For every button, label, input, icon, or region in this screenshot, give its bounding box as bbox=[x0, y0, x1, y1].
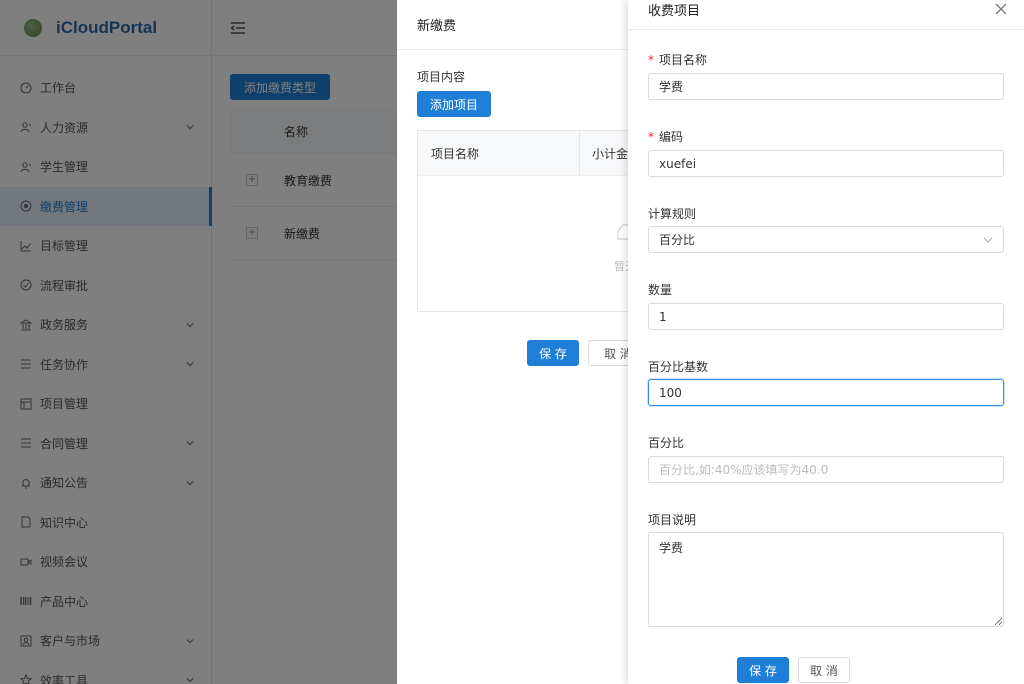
item-name-label: * 项目名称 bbox=[648, 51, 707, 68]
drawer-title: 收费项目 bbox=[648, 4, 701, 19]
rule-selected-value: 百分比 bbox=[659, 233, 696, 247]
drawer-title: 新缴费 bbox=[397, 0, 629, 50]
chevron-down-icon bbox=[983, 237, 993, 243]
code-input[interactable] bbox=[648, 150, 1004, 177]
percent-input[interactable] bbox=[648, 456, 1004, 483]
item-name-input[interactable] bbox=[648, 73, 1004, 100]
label-text: 项目名称 bbox=[659, 53, 708, 67]
label-text: 编码 bbox=[659, 130, 684, 144]
empty-text: 暂无 bbox=[614, 260, 629, 273]
rule-select[interactable]: 百分比 bbox=[648, 226, 1004, 253]
description-label: 项目说明 bbox=[648, 513, 697, 527]
save-button[interactable]: 保 存 bbox=[737, 657, 789, 683]
required-mark: * bbox=[648, 53, 654, 67]
cancel-button[interactable]: 取 消 bbox=[798, 657, 850, 683]
column-header-subtotal: 小计金 bbox=[592, 146, 629, 161]
save-button[interactable]: 保 存 bbox=[527, 340, 579, 366]
add-item-button[interactable]: 添加项目 bbox=[417, 91, 492, 117]
percent-base-input[interactable] bbox=[648, 379, 1004, 406]
cancel-button[interactable]: 取 消 bbox=[588, 340, 629, 366]
percent-base-label: 百分比基数 bbox=[648, 360, 709, 374]
description-textarea[interactable]: 学费 bbox=[648, 532, 1004, 627]
new-payment-drawer: 新缴费 项目内容 添加项目 项目名称 小计金 暂无 保 存 取 消 bbox=[397, 0, 629, 684]
drawer-header: 收费项目 bbox=[628, 0, 1024, 30]
percent-label: 百分比 bbox=[648, 436, 685, 450]
item-table-header: 项目名称 小计金 bbox=[418, 131, 629, 176]
code-label: * 编码 bbox=[648, 128, 683, 145]
section-label: 项目内容 bbox=[417, 70, 466, 84]
column-header-item-name: 项目名称 bbox=[418, 131, 580, 175]
rule-label: 计算规则 bbox=[648, 207, 697, 221]
item-table: 项目名称 小计金 暂无 bbox=[417, 130, 629, 312]
required-mark: * bbox=[648, 130, 654, 144]
quantity-input[interactable] bbox=[648, 303, 1004, 330]
quantity-label: 数量 bbox=[648, 283, 673, 297]
fee-item-drawer: 收费项目 * 项目名称 * 编码 计算规则 百分比 数量 百分比基数 百分比 项目说… bbox=[628, 0, 1024, 684]
close-icon[interactable] bbox=[994, 2, 1008, 16]
